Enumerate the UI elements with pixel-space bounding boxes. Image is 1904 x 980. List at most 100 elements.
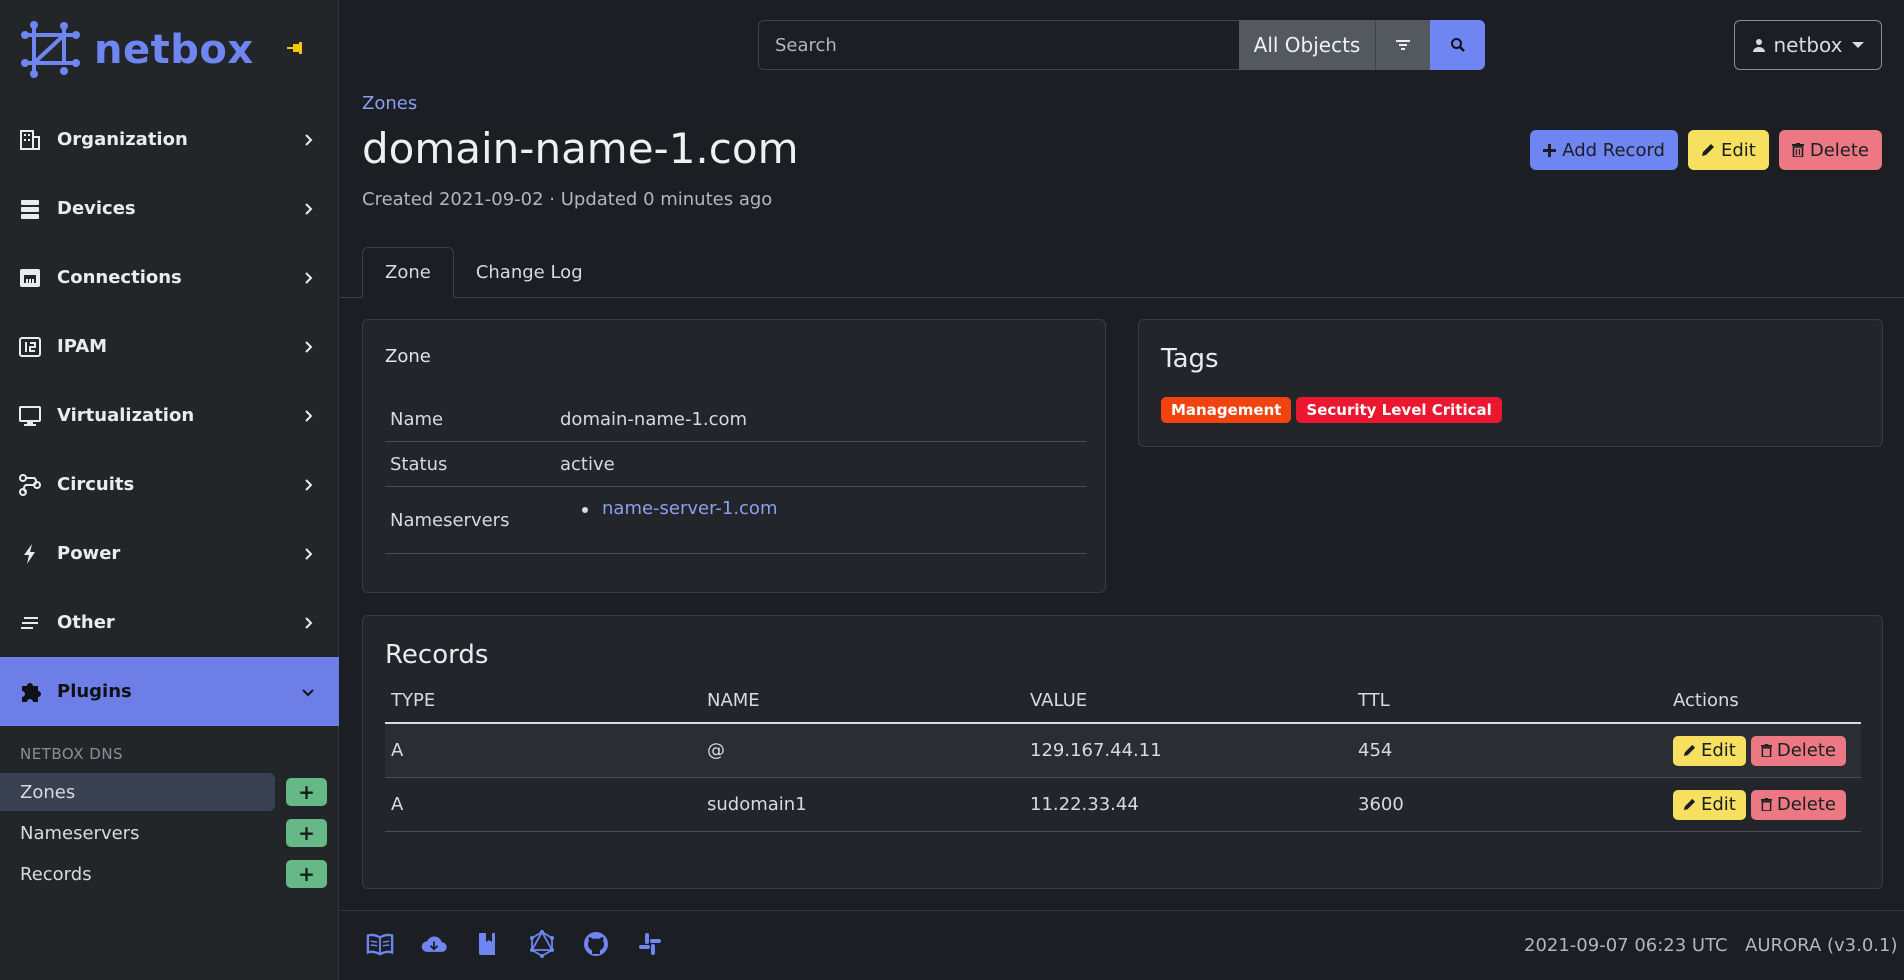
row-delete-label: Delete	[1776, 740, 1837, 761]
row-delete-label: Delete	[1776, 794, 1837, 815]
tab-change-log[interactable]: Change Log	[454, 247, 605, 297]
sidebar-item-label: Nameservers	[20, 822, 140, 844]
search-input[interactable]	[758, 20, 1239, 70]
slack-icon[interactable]	[636, 930, 664, 958]
tags-card: Tags Management Security Level Critical	[1138, 319, 1883, 447]
footer-version: AURORA (v3.0.1)	[1745, 935, 1898, 956]
sidebar: netbox Organization Devices Connections …	[0, 0, 339, 980]
row-edit-button[interactable]: Edit	[1673, 735, 1746, 766]
nav-item-ipam[interactable]: IPAM	[0, 312, 339, 381]
nav-item-devices[interactable]: Devices	[0, 174, 339, 243]
nav-item-power[interactable]: Power	[0, 519, 339, 588]
column-header[interactable]: TYPE	[385, 690, 701, 711]
brand-logo[interactable]: netbox	[20, 18, 254, 82]
row-delete-button[interactable]: Delete	[1750, 789, 1847, 820]
column-header[interactable]: NAME	[701, 690, 1024, 711]
chevron-right-icon	[305, 616, 313, 629]
search-scope-select[interactable]: All Objects	[1239, 20, 1376, 70]
trash-icon	[1791, 143, 1804, 157]
attr-row-nameservers: Nameservers name-server-1.com	[385, 487, 1086, 554]
tab-zone[interactable]: Zone	[362, 247, 454, 298]
filter-button[interactable]	[1376, 20, 1430, 70]
nav-label: Circuits	[57, 474, 135, 495]
footer-divider	[340, 910, 1904, 911]
attr-row-name: Name domain-name-1.com	[385, 397, 1086, 442]
chevron-right-icon	[305, 133, 313, 146]
ethernet-icon	[18, 266, 42, 290]
footer-datetime: 2021-09-07 06:23 UTC	[1524, 935, 1728, 956]
records-card: Records TYPE NAME VALUE TTL Actions A @ …	[362, 615, 1883, 889]
attr-value: domain-name-1.com	[560, 408, 748, 430]
cell-ttl: 3600	[1358, 794, 1404, 815]
column-header: Actions	[1673, 689, 1739, 711]
graphql-icon[interactable]	[528, 930, 556, 958]
footer-links	[366, 930, 664, 958]
cloud-download-icon[interactable]	[420, 930, 448, 958]
column-header[interactable]: VALUE	[1024, 690, 1352, 711]
nav-item-circuits[interactable]: Circuits	[0, 450, 339, 519]
sidebar-item-zones[interactable]: Zones +	[0, 773, 339, 811]
nav-label: Power	[57, 543, 121, 564]
records-table: TYPE NAME VALUE TTL Actions A @ 129.167.…	[385, 678, 1861, 832]
attr-label: Name	[390, 408, 444, 430]
breadcrumb-zones[interactable]: Zones	[362, 93, 417, 114]
column-header[interactable]: TTL	[1352, 690, 1667, 711]
caret-down-icon	[1852, 42, 1865, 48]
nav-item-virtualization[interactable]: Virtualization	[0, 381, 339, 450]
chevron-right-icon	[305, 271, 313, 284]
docs-icon[interactable]	[366, 930, 394, 958]
chevron-right-icon	[305, 340, 313, 353]
cell-ttl: 454	[1358, 740, 1393, 761]
numeric-icon	[18, 335, 42, 359]
cell-value: 129.167.44.11	[1030, 740, 1162, 761]
tag-badge[interactable]: Security Level Critical	[1296, 397, 1502, 423]
pin-icon[interactable]	[287, 41, 305, 55]
pencil-icon	[1701, 144, 1714, 156]
add-record-sidebar-button[interactable]: +	[286, 860, 327, 888]
nav-item-other[interactable]: Other	[0, 588, 339, 657]
nav-item-organization[interactable]: Organization	[0, 105, 339, 174]
delete-button[interactable]: Delete	[1778, 130, 1882, 170]
chevron-down-icon	[302, 688, 314, 696]
cell-actions: Edit Delete	[1667, 789, 1861, 820]
add-zone-button[interactable]: +	[286, 778, 327, 806]
sidebar-item-records[interactable]: Records +	[0, 855, 339, 893]
attr-label: Nameservers	[390, 509, 510, 531]
row-delete-button[interactable]: Delete	[1750, 735, 1847, 766]
book-icon[interactable]	[474, 930, 502, 958]
tags-card-title: Tags	[1161, 344, 1219, 374]
row-edit-button[interactable]: Edit	[1673, 789, 1746, 820]
plus-icon	[1543, 143, 1557, 157]
nav-label: Virtualization	[57, 405, 195, 426]
attr-label: Status	[390, 453, 448, 475]
trash-icon	[1760, 744, 1772, 757]
nameserver-link[interactable]: name-server-1.com	[602, 498, 777, 519]
user-name: netbox	[1773, 33, 1843, 57]
add-record-button[interactable]: Add Record	[1530, 130, 1678, 170]
nav-item-connections[interactable]: Connections	[0, 243, 339, 312]
pencil-icon	[1683, 798, 1696, 811]
sidebar-item-label: Zones	[0, 773, 275, 811]
tab-bar: Zone Change Log	[362, 247, 605, 298]
row-edit-label: Edit	[1701, 740, 1736, 761]
notes-icon	[18, 611, 42, 635]
nav-label: Devices	[57, 198, 136, 219]
chevron-right-icon	[305, 409, 313, 422]
attr-row-status: Status active	[385, 442, 1086, 487]
sidebar-item-nameservers[interactable]: Nameservers +	[0, 814, 339, 852]
server-icon	[18, 197, 42, 221]
chevron-right-icon	[305, 547, 313, 560]
nav-item-plugins[interactable]: Plugins	[0, 657, 339, 726]
zone-card-title: Zone	[385, 346, 431, 367]
zone-card: Zone Name domain-name-1.com Status activ…	[362, 319, 1106, 593]
github-icon[interactable]	[582, 930, 610, 958]
add-nameserver-button[interactable]: +	[286, 819, 327, 847]
user-menu-button[interactable]: netbox	[1734, 20, 1882, 70]
edit-button[interactable]: Edit	[1687, 130, 1769, 170]
tag-badge[interactable]: Management	[1161, 397, 1292, 423]
chevron-right-icon	[305, 202, 313, 215]
row-edit-label: Edit	[1701, 794, 1736, 815]
add-record-label: Add Record	[1562, 139, 1665, 161]
search-button[interactable]	[1430, 20, 1485, 70]
sidebar-item-label: Records	[20, 863, 92, 885]
